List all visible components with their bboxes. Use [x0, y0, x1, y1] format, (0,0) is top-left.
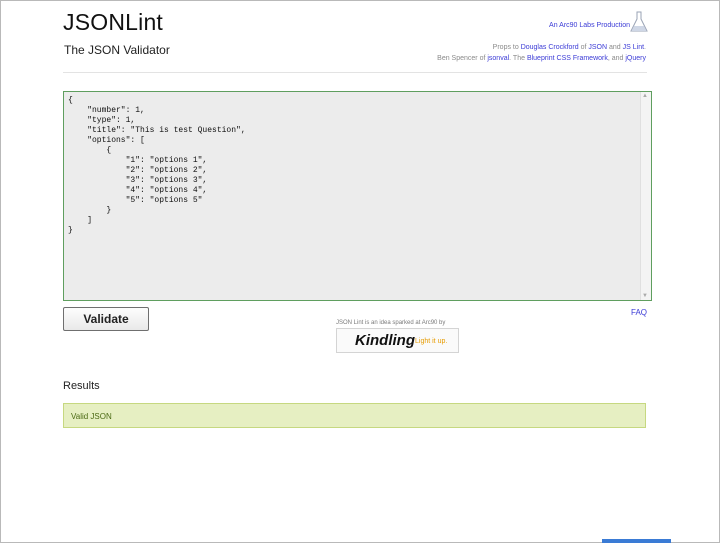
blueprint-css-link[interactable]: Blueprint CSS Framework	[527, 55, 608, 62]
kindling-logo-text: Kindling	[355, 332, 415, 349]
credits: Props to Douglas Crockford of JSON and J…	[437, 42, 646, 64]
scroll-up-icon[interactable]: ▲	[642, 93, 648, 99]
jsonval-link[interactable]: jsonval	[487, 55, 509, 62]
results-success-box: Valid JSON	[63, 403, 646, 428]
arc90-production-link[interactable]: An Arc90 Labs Production	[549, 22, 630, 29]
page-subtitle: The JSON Validator	[64, 43, 170, 57]
json-link[interactable]: JSON	[588, 44, 607, 51]
sparked-text: JSON Lint is an idea sparked at Arc90 by	[336, 320, 446, 326]
credits-line-2: Ben Spencer of jsonval. The Blueprint CS…	[437, 55, 646, 62]
credits-line-1: Props to Douglas Crockford of JSON and J…	[492, 44, 646, 51]
json-input-content[interactable]: { "number": 1, "type": 1, "title": "This…	[64, 92, 651, 240]
kindling-tagline: Light it up.	[415, 338, 448, 345]
jquery-link[interactable]: jQuery	[625, 55, 646, 62]
json-input-textarea[interactable]: { "number": 1, "type": 1, "title": "This…	[63, 91, 652, 301]
faq-link[interactable]: FAQ	[631, 308, 647, 317]
results-message: Valid JSON	[71, 412, 112, 421]
validate-button[interactable]: Validate	[63, 307, 149, 331]
scroll-down-icon[interactable]: ▼	[642, 293, 648, 299]
editor-scrollbar[interactable]: ▲ ▼	[640, 92, 651, 300]
douglas-crockford-link[interactable]: Douglas Crockford	[521, 44, 579, 51]
header-divider	[63, 72, 647, 73]
jslint-link[interactable]: JS Lint	[623, 44, 644, 51]
page-title: JSONLint	[63, 9, 164, 35]
bottom-corner-button[interactable]	[602, 539, 671, 543]
results-heading: Results	[63, 380, 100, 392]
kindling-logo-link[interactable]: Kindling Light it up.	[336, 328, 459, 353]
flask-icon	[630, 11, 648, 32]
